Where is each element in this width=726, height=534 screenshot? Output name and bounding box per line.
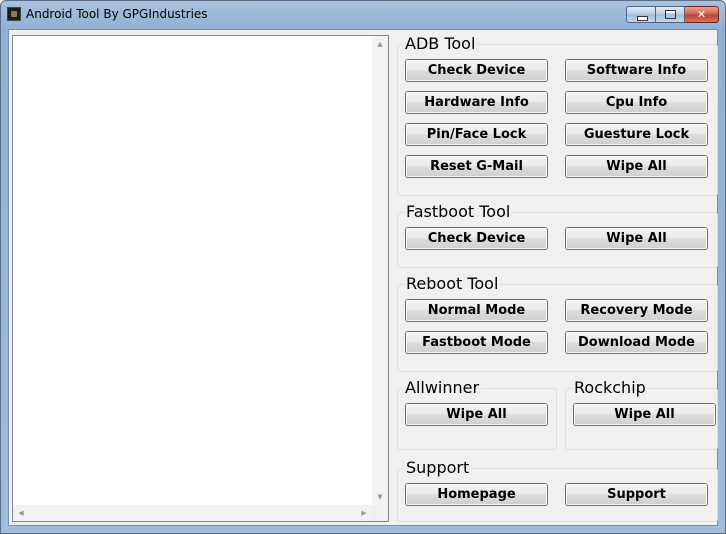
horizontal-scrollbar[interactable]: ◀ ▶ [13, 505, 372, 521]
recovery-mode-button[interactable]: Recovery Mode [565, 299, 708, 322]
rockchip-wipe-all-button[interactable]: Wipe All [573, 403, 716, 426]
support-label: Support [404, 458, 472, 477]
close-button[interactable]: ✕ [685, 6, 719, 23]
fastboot-tool-label: Fastboot Tool [404, 202, 513, 221]
normal-mode-button[interactable]: Normal Mode [405, 299, 548, 322]
maximize-icon [665, 10, 676, 19]
allwinner-label: Allwinner [403, 378, 482, 397]
adb-software-info-button[interactable]: Software Info [565, 59, 708, 82]
close-icon: ✕ [696, 8, 707, 21]
reboot-tool-label: Reboot Tool [404, 274, 501, 293]
minimize-button[interactable] [626, 6, 656, 23]
log-output-textbox[interactable]: ▲ ▼ ◀ ▶ [12, 35, 389, 522]
scroll-up-icon[interactable]: ▲ [372, 36, 388, 52]
fastboot-wipe-all-button[interactable]: Wipe All [565, 227, 708, 250]
support-button[interactable]: Support [565, 483, 708, 506]
scrollbar-corner [372, 505, 388, 521]
allwinner-wipe-all-button[interactable]: Wipe All [405, 403, 548, 426]
scroll-right-icon[interactable]: ▶ [356, 505, 372, 521]
adb-cpu-info-button[interactable]: Cpu Info [565, 91, 708, 114]
adb-hardware-info-button[interactable]: Hardware Info [405, 91, 548, 114]
scroll-down-icon[interactable]: ▼ [372, 489, 388, 505]
fastboot-check-device-button[interactable]: Check Device [405, 227, 548, 250]
title-bar[interactable]: Android Tool By GPGIndustries ✕ [1, 1, 725, 29]
vertical-scrollbar[interactable]: ▲ ▼ [372, 36, 388, 505]
rockchip-label: Rockchip [572, 378, 648, 397]
adb-pin-face-lock-button[interactable]: Pin/Face Lock [405, 123, 548, 146]
app-window: Android Tool By GPGIndustries ✕ ▲ ▼ ◀ ▶ … [0, 0, 726, 534]
client-area: ▲ ▼ ◀ ▶ ADB Tool Check Device Software I… [8, 29, 718, 526]
adb-wipe-all-button[interactable]: Wipe All [565, 155, 708, 178]
adb-check-device-button[interactable]: Check Device [405, 59, 548, 82]
reboot-tool-group [397, 284, 718, 372]
fastboot-mode-button[interactable]: Fastboot Mode [405, 331, 548, 354]
homepage-button[interactable]: Homepage [405, 483, 548, 506]
download-mode-button[interactable]: Download Mode [565, 331, 708, 354]
minimize-icon [637, 16, 648, 21]
adb-reset-gmail-button[interactable]: Reset G-Mail [405, 155, 548, 178]
window-title: Android Tool By GPGIndustries [26, 7, 208, 21]
adb-tool-label: ADB Tool [403, 34, 478, 53]
app-icon[interactable] [7, 7, 21, 21]
scroll-left-icon[interactable]: ◀ [13, 505, 29, 521]
maximize-button[interactable] [656, 6, 685, 23]
adb-gesture-lock-button[interactable]: Guesture Lock [565, 123, 708, 146]
